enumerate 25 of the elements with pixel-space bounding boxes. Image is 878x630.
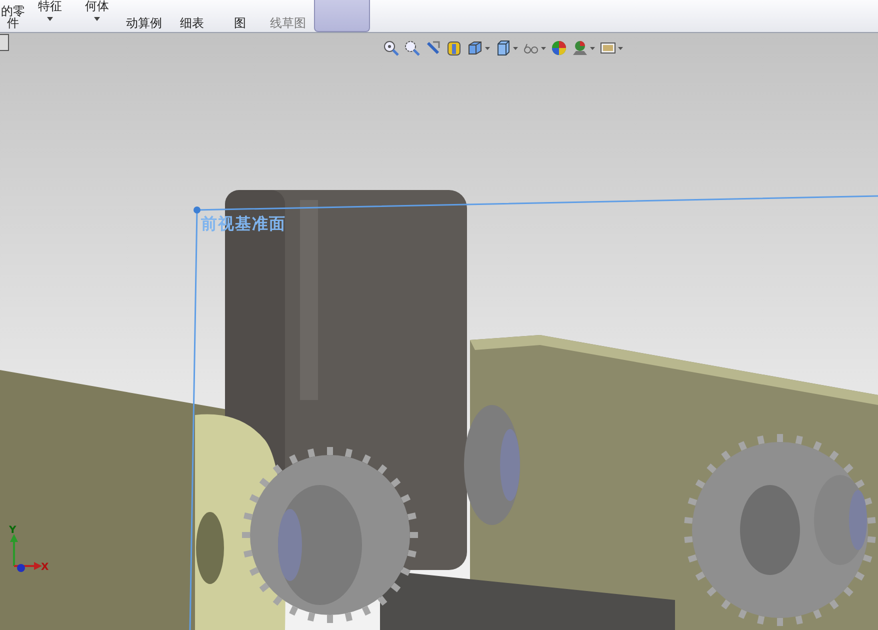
ribbon-button[interactable]: 特征 xyxy=(26,0,74,32)
axis-triad-drawing: Y X xyxy=(9,525,49,573)
caret-icon xyxy=(590,46,595,50)
section-view-icon[interactable] xyxy=(446,40,462,56)
zoom-area-icon[interactable] xyxy=(404,40,420,56)
ribbon-button[interactable]: 动算例 xyxy=(120,0,168,32)
panel-tab[interactable] xyxy=(0,34,9,51)
zoom-to-fit-icon[interactable] xyxy=(383,40,399,56)
display-settings-icon[interactable] xyxy=(600,40,616,56)
previous-view-icon[interactable] xyxy=(425,40,441,56)
caret-icon xyxy=(513,46,518,50)
scene-icon[interactable] xyxy=(572,40,588,56)
color-wheel-icon[interactable] xyxy=(551,40,567,56)
cube-icon[interactable] xyxy=(495,40,511,56)
ribbon-button[interactable]: 的零 件 xyxy=(0,0,26,32)
caret-icon xyxy=(618,46,623,50)
ribbon-button[interactable]: 线草图 xyxy=(264,0,312,32)
ribbon-button[interactable]: 何体 xyxy=(74,0,120,32)
ribbon-button[interactable]: 图 xyxy=(216,0,264,32)
ribbon-button[interactable]: 细表 xyxy=(168,0,216,32)
caret-icon xyxy=(47,17,53,21)
caret-icon xyxy=(94,17,100,21)
cube-icon[interactable] xyxy=(467,40,483,56)
caret-icon xyxy=(485,46,490,50)
caret-icon xyxy=(541,46,546,50)
